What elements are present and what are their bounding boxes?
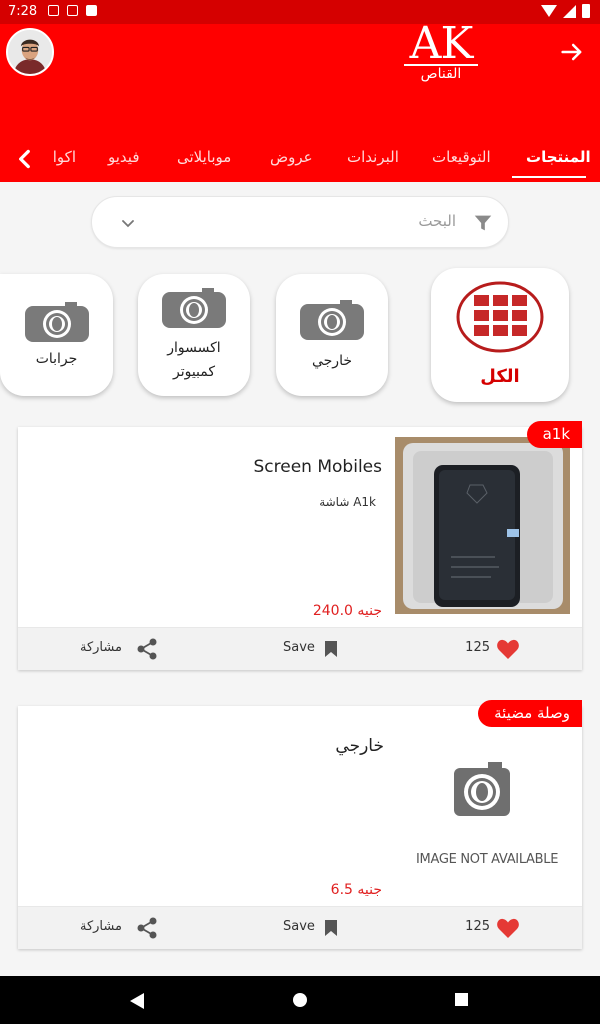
category-label: اكسسوار كمبيوتر (167, 340, 221, 380)
product-actions: 125 Save مشاركة (18, 627, 582, 670)
heart-icon[interactable] (496, 917, 520, 939)
category-computer-accessories[interactable]: اكسسوار كمبيوتر (138, 274, 250, 396)
active-tab-indicator (512, 176, 586, 178)
product-title: خارجي (335, 736, 384, 756)
avatar[interactable] (6, 28, 54, 76)
app-header: AK القناص المنتجات التوقيعات البرندات عر… (0, 18, 600, 182)
product-card[interactable]: IMAGE NOT AVAILABLE وصلة مضيئة خارجي 6.5… (18, 700, 582, 949)
search-placeholder: البحث (418, 212, 456, 230)
tab-aqua[interactable]: اكوا (44, 148, 76, 166)
search-input[interactable]: البحث (91, 196, 509, 248)
status-bar: 7:28 (0, 0, 600, 24)
logo-text: AK (409, 18, 474, 69)
home-icon[interactable] (292, 992, 308, 1008)
app-logo: AK القناص (396, 18, 486, 84)
system-nav-bar (0, 976, 600, 1024)
tab-brands[interactable]: البرندات (347, 148, 399, 166)
heart-icon[interactable] (496, 638, 520, 660)
category-tabs: المنتجات التوقيعات البرندات عروض موبايلا… (0, 142, 600, 182)
likes-count: 125 (465, 919, 490, 934)
save-label[interactable]: Save (283, 919, 315, 934)
bookmark-icon[interactable] (324, 640, 338, 658)
tab-offers[interactable]: عروض (270, 148, 313, 166)
tab-mobiles[interactable]: موبايلاتى (177, 148, 231, 166)
product-photo[interactable] (395, 437, 570, 614)
chevron-down-icon[interactable] (120, 215, 136, 231)
notification-icon (48, 5, 59, 16)
wifi-icon (541, 5, 557, 17)
category-label: جرابات (35, 351, 78, 367)
product-price: 240.0 جنيه (312, 603, 382, 619)
tab-products[interactable]: المنتجات (526, 148, 591, 166)
share-label[interactable]: مشاركة (80, 919, 122, 934)
share-icon[interactable] (136, 917, 158, 939)
bookmark-icon[interactable] (324, 919, 338, 937)
share-icon[interactable] (136, 638, 158, 660)
save-label[interactable]: Save (283, 640, 315, 655)
user-avatar-icon (8, 30, 52, 74)
camera-icon (300, 300, 364, 340)
system-icons (541, 4, 590, 18)
product-price: 6.5 جنيه (330, 882, 382, 898)
chevron-left-icon[interactable] (12, 146, 38, 172)
image-unavailable-text: IMAGE NOT AVAILABLE (416, 852, 559, 867)
notification-icons (48, 5, 97, 16)
camera-icon (454, 762, 510, 816)
status-time: 7:28 (8, 4, 38, 19)
product-badge: a1k (526, 421, 582, 448)
product-subtitle: شاشة A1k (319, 495, 376, 509)
likes-count: 125 (465, 640, 490, 655)
camera-icon (24, 302, 89, 342)
notification-icon (67, 5, 78, 16)
category-label: خارجي (311, 353, 352, 369)
category-cases[interactable]: جرابات (0, 274, 113, 396)
battery-icon (582, 4, 590, 18)
sd-card-icon (86, 5, 97, 16)
category-all[interactable]: الكل (431, 268, 569, 402)
back-icon[interactable] (128, 992, 146, 1010)
grid-icon (456, 281, 544, 353)
arrow-right-icon[interactable] (558, 38, 586, 66)
tab-signatures[interactable]: التوقيعات (432, 148, 491, 166)
filter-icon[interactable] (472, 212, 494, 234)
recents-icon[interactable] (454, 992, 469, 1007)
tab-video[interactable]: فيديو (108, 148, 140, 166)
product-actions: 125 Save مشاركة (18, 906, 582, 949)
category-external[interactable]: خارجي (276, 274, 388, 396)
share-label[interactable]: مشاركة (80, 640, 122, 655)
signal-icon (563, 4, 576, 18)
camera-icon (162, 288, 226, 328)
product-badge: وصلة مضيئة (478, 700, 582, 727)
product-title: Screen Mobiles (253, 457, 382, 477)
product-card[interactable]: a1k Screen Mobiles شاشة A1k 240.0 جنيه 1… (18, 421, 582, 670)
category-label: الكل (480, 366, 520, 387)
